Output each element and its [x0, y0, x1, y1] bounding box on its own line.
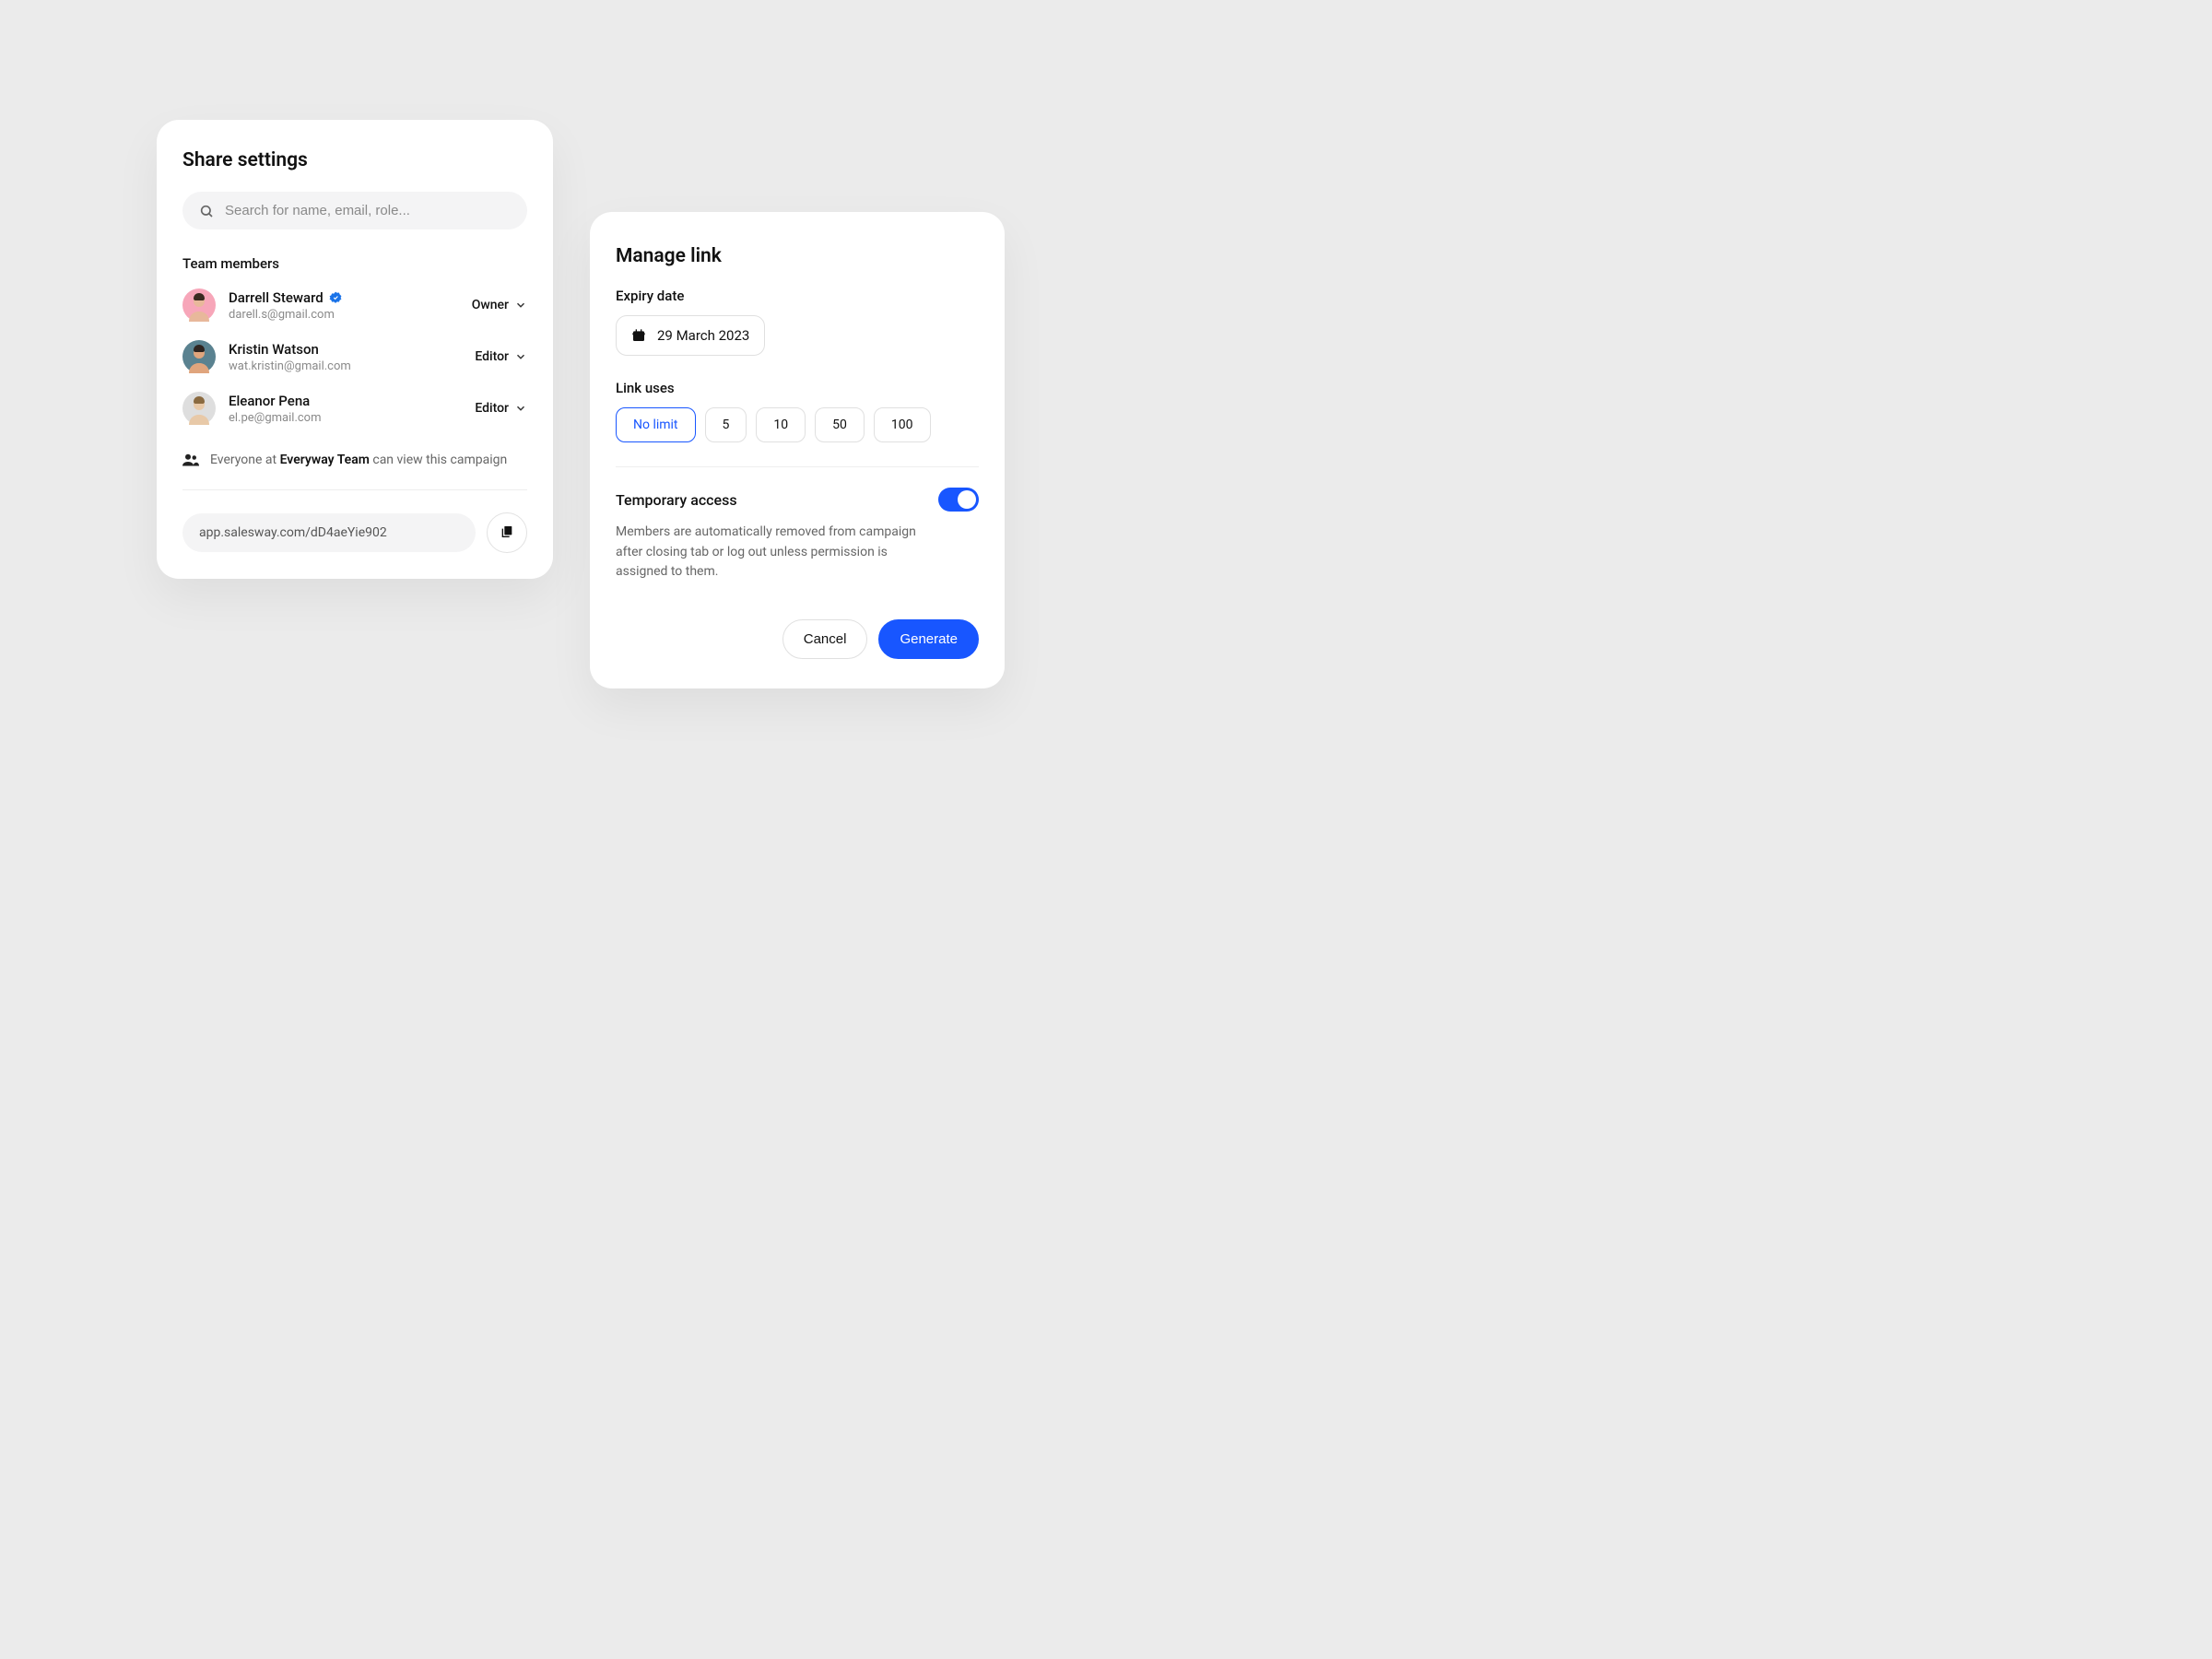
member-info: Darrell Steward darell.s@gmail.com [229, 289, 459, 322]
people-icon [182, 453, 199, 466]
member-row: Kristin Watsonwat.kristin@gmail.com Edito… [182, 340, 527, 373]
member-email: el.pe@gmail.com [229, 411, 462, 425]
member-list: Darrell Steward darell.s@gmail.com Owner Kr… [182, 288, 527, 425]
copy-icon [500, 524, 514, 542]
link-uses-option[interactable]: 50 [815, 407, 865, 442]
member-row: Eleanor Pena el.pe@gmail.com Editor [182, 392, 527, 425]
member-name: Darrell Steward [229, 289, 459, 306]
chevron-down-icon [514, 299, 527, 312]
link-uses-options: No limit 5 10 50 100 [616, 407, 979, 442]
member-row: Darrell Steward darell.s@gmail.com Owner [182, 288, 527, 322]
member-name: Eleanor Pena [229, 393, 462, 409]
temp-access-description: Members are automatically removed from c… [616, 523, 929, 582]
link-settings-button[interactable] [442, 524, 459, 541]
expiry-date-value: 29 March 2023 [657, 327, 749, 344]
cancel-button[interactable]: Cancel [782, 619, 868, 659]
generate-button[interactable]: Generate [878, 619, 979, 659]
share-link-url: app.salesway.com/dD4aeYie902 [199, 525, 387, 540]
access-note: Everyone at Everyway Team can view this … [182, 453, 527, 490]
chevron-down-icon [514, 402, 527, 415]
calendar-icon [631, 328, 646, 343]
search-input[interactable] [225, 203, 511, 218]
manage-link-card: Manage link Expiry date 29 March 2023 Li… [590, 212, 1005, 688]
access-note-text: Everyone at Everyway Team can view this … [210, 453, 507, 467]
role-picker[interactable]: Editor [475, 349, 527, 364]
member-email: wat.kristin@gmail.com [229, 359, 462, 373]
member-email: darell.s@gmail.com [229, 308, 459, 322]
link-uses-option[interactable]: 10 [756, 407, 806, 442]
link-uses-option[interactable]: 5 [705, 407, 747, 442]
share-settings-title: Share settings [182, 149, 527, 171]
search-field-wrap[interactable] [182, 192, 527, 229]
role-picker[interactable]: Owner [472, 298, 527, 312]
verified-badge-icon [329, 291, 342, 304]
member-name: Kristin Watson [229, 341, 462, 358]
avatar [182, 392, 216, 425]
temp-access-toggle[interactable] [938, 488, 979, 512]
share-link-pill: app.salesway.com/dD4aeYie902 [182, 513, 476, 552]
share-link-row: app.salesway.com/dD4aeYie902 [182, 512, 527, 553]
role-picker[interactable]: Editor [475, 401, 527, 416]
dialog-actions: Cancel Generate [616, 619, 979, 659]
link-uses-label: Link uses [616, 380, 979, 396]
temp-access-header: Temporary access [616, 488, 979, 512]
temp-access-title: Temporary access [616, 491, 737, 509]
link-uses-option[interactable]: No limit [616, 407, 696, 442]
manage-link-title: Manage link [616, 245, 979, 267]
chevron-down-icon [514, 350, 527, 363]
copy-link-button[interactable] [487, 512, 527, 553]
member-info: Eleanor Pena el.pe@gmail.com [229, 393, 462, 425]
role-label: Editor [475, 401, 509, 416]
team-members-label: Team members [182, 255, 527, 272]
role-label: Editor [475, 349, 509, 364]
share-settings-card: Share settings Team members Darrell Stew… [157, 120, 553, 579]
avatar [182, 288, 216, 322]
role-label: Owner [472, 298, 509, 312]
link-uses-option[interactable]: 100 [874, 407, 931, 442]
search-icon [199, 204, 214, 218]
divider [616, 466, 979, 467]
member-info: Kristin Watsonwat.kristin@gmail.com [229, 341, 462, 373]
expiry-date-label: Expiry date [616, 288, 979, 304]
expiry-date-input[interactable]: 29 March 2023 [616, 315, 765, 356]
avatar [182, 340, 216, 373]
